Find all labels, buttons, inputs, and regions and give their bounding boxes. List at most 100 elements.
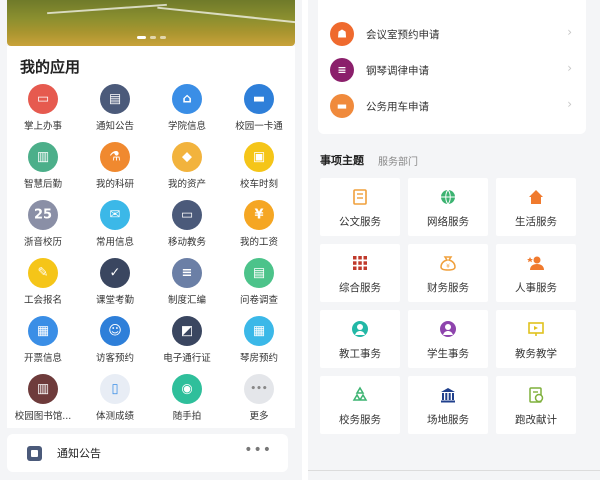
- more-icon[interactable]: •••: [244, 442, 272, 458]
- app-label: 掌上办事: [23, 121, 62, 132]
- service-item[interactable]: 公文服务: [320, 178, 400, 236]
- app-label: 校车时刻: [239, 179, 278, 190]
- service-item[interactable]: 综合服务: [320, 244, 400, 302]
- visitor-icon: ☺: [100, 316, 130, 346]
- app-item[interactable]: ≡ 制度汇编: [151, 258, 223, 318]
- app-item[interactable]: 25 浙音校历: [7, 200, 79, 260]
- app-label: 校园图书馆...: [14, 411, 72, 422]
- service-label: 生活服务: [515, 216, 557, 228]
- app-item[interactable]: ⌂ 学院信息: [151, 84, 223, 144]
- app-item[interactable]: ▯ 体测成绩: [79, 374, 151, 434]
- my-apps-card: 我的应用 ▭ 掌上办事 ▤ 通知公告 ⌂ 学院信息 ▬ 校园一卡通 ▥ 智慧后勤 ⚗ 我的科研 ◆ 我的资…: [7, 46, 295, 428]
- icon-glyph: ✉: [109, 207, 121, 223]
- app-item[interactable]: ▤ 通知公告: [79, 84, 151, 144]
- app-item[interactable]: ▣ 校车时刻: [223, 142, 295, 202]
- card-icon: ▬: [244, 84, 274, 114]
- network-icon: [439, 188, 457, 206]
- meeting-room-icon: ☗: [330, 22, 354, 46]
- app-item[interactable]: ◩ 电子通行证: [151, 316, 223, 376]
- recycle-icon: [351, 386, 369, 404]
- official-doc-icon: [351, 188, 369, 206]
- invoice-icon: ▦: [28, 316, 58, 346]
- request-label: 钢琴调律申请: [366, 65, 429, 77]
- app-label: 通知公告: [95, 121, 134, 132]
- mail-icon: ✉: [100, 200, 130, 230]
- app-label: 校园一卡通: [235, 121, 283, 132]
- app-item[interactable]: ▥ 校园图书馆...: [7, 374, 79, 434]
- app-label: 更多: [249, 411, 269, 422]
- app-item[interactable]: ▭ 掌上办事: [7, 84, 79, 144]
- assets-icon: ◆: [172, 142, 202, 172]
- service-item[interactable]: ¥ 财务服务: [408, 244, 488, 302]
- app-item[interactable]: ▬ 校园一卡通: [223, 84, 295, 144]
- notice-card[interactable]: 通知公告 •••: [7, 434, 288, 472]
- banner-image[interactable]: [7, 0, 295, 46]
- staff-icon: [351, 320, 369, 338]
- icon-glyph: ▯: [111, 381, 119, 397]
- app-item[interactable]: ◉ 随手拍: [151, 374, 223, 434]
- app-item[interactable]: ☺ 访客预约: [79, 316, 151, 376]
- app-label: 体测成绩: [95, 411, 134, 422]
- venue-icon: [439, 386, 457, 404]
- app-item[interactable]: ▦ 开票信息: [7, 316, 79, 376]
- piano-tuning-icon: ≡: [330, 58, 354, 82]
- app-label: 访客预约: [95, 353, 134, 364]
- app-label: 智慧后勤: [23, 179, 62, 190]
- service-item[interactable]: 教务教学: [496, 310, 576, 368]
- app-item[interactable]: ¥ 我的工资: [223, 200, 295, 260]
- service-item[interactable]: 网络服务: [408, 178, 488, 236]
- icon-glyph: ▥: [36, 149, 50, 165]
- notice-icon: ▤: [100, 84, 130, 114]
- service-item[interactable]: 生活服务: [496, 178, 576, 236]
- service-label: 人事服务: [515, 282, 557, 294]
- service-label: 场地服务: [427, 414, 469, 426]
- app-label: 我的科研: [95, 179, 134, 190]
- pass-icon: ◩: [172, 316, 202, 346]
- app-label: 学院信息: [167, 121, 206, 132]
- app-item[interactable]: ▭ 移动教务: [151, 200, 223, 260]
- request-item[interactable]: ▬ 公务用车申请 ›: [318, 88, 586, 124]
- app-label: 问卷调查: [239, 295, 278, 306]
- logistics-icon: ▥: [28, 142, 58, 172]
- app-item[interactable]: ✉ 常用信息: [79, 200, 151, 260]
- service-item[interactable]: 校务服务: [320, 376, 400, 434]
- my-apps-screen: 我的应用 ▭ 掌上办事 ▤ 通知公告 ⌂ 学院信息 ▬ 校园一卡通 ▥ 智慧后勤 ⚗ 我的科研 ◆ 我的资…: [0, 0, 302, 480]
- college-icon: ⌂: [172, 84, 202, 114]
- service-item[interactable]: 场地服务: [408, 376, 488, 434]
- briefcase-icon: ▭: [28, 84, 58, 114]
- notice-icon: [27, 446, 42, 461]
- app-item[interactable]: ✓ 课堂考勤: [79, 258, 151, 318]
- student-icon: [439, 320, 457, 338]
- icon-glyph: ▬: [336, 99, 348, 113]
- service-item[interactable]: 教工事务: [320, 310, 400, 368]
- app-item[interactable]: ▦ 琴房预约: [223, 316, 295, 376]
- svg-text:¥: ¥: [446, 263, 450, 270]
- service-item[interactable]: 人事服务: [496, 244, 576, 302]
- fitness-icon: ▯: [100, 374, 130, 404]
- bus-icon: ▣: [244, 142, 274, 172]
- tab-departments[interactable]: 服务部门: [378, 153, 418, 168]
- service-item[interactable]: 学生事务: [408, 310, 488, 368]
- service-item[interactable]: 跑改献计: [496, 376, 576, 434]
- divider: [308, 470, 600, 471]
- icon-glyph: ▦: [252, 323, 266, 339]
- icon-glyph: ▬: [252, 91, 266, 107]
- app-item[interactable]: ✎ 工会报名: [7, 258, 79, 318]
- app-item[interactable]: ◆ 我的资产: [151, 142, 223, 202]
- icon-glyph: ▣: [252, 149, 266, 165]
- app-item[interactable]: ••• 更多: [223, 374, 295, 434]
- calendar-icon: 25: [28, 200, 58, 230]
- app-label: 移动教务: [167, 237, 206, 248]
- request-item[interactable]: ☗ 会议室预约申请 ›: [318, 16, 586, 52]
- icon-glyph: ▤: [252, 265, 266, 281]
- app-item[interactable]: ▤ 问卷调查: [223, 258, 295, 318]
- app-label: 浙音校历: [23, 237, 62, 248]
- app-item[interactable]: ▥ 智慧后勤: [7, 142, 79, 202]
- icon-glyph: ▦: [36, 323, 50, 339]
- icon-glyph: ▭: [36, 91, 50, 107]
- tab-topics[interactable]: 事项主题: [320, 152, 364, 168]
- icon-glyph: ⚗: [109, 149, 121, 165]
- request-item[interactable]: ≡ 钢琴调律申请 ›: [318, 52, 586, 88]
- app-item[interactable]: ⚗ 我的科研: [79, 142, 151, 202]
- teaching-icon: [527, 320, 545, 338]
